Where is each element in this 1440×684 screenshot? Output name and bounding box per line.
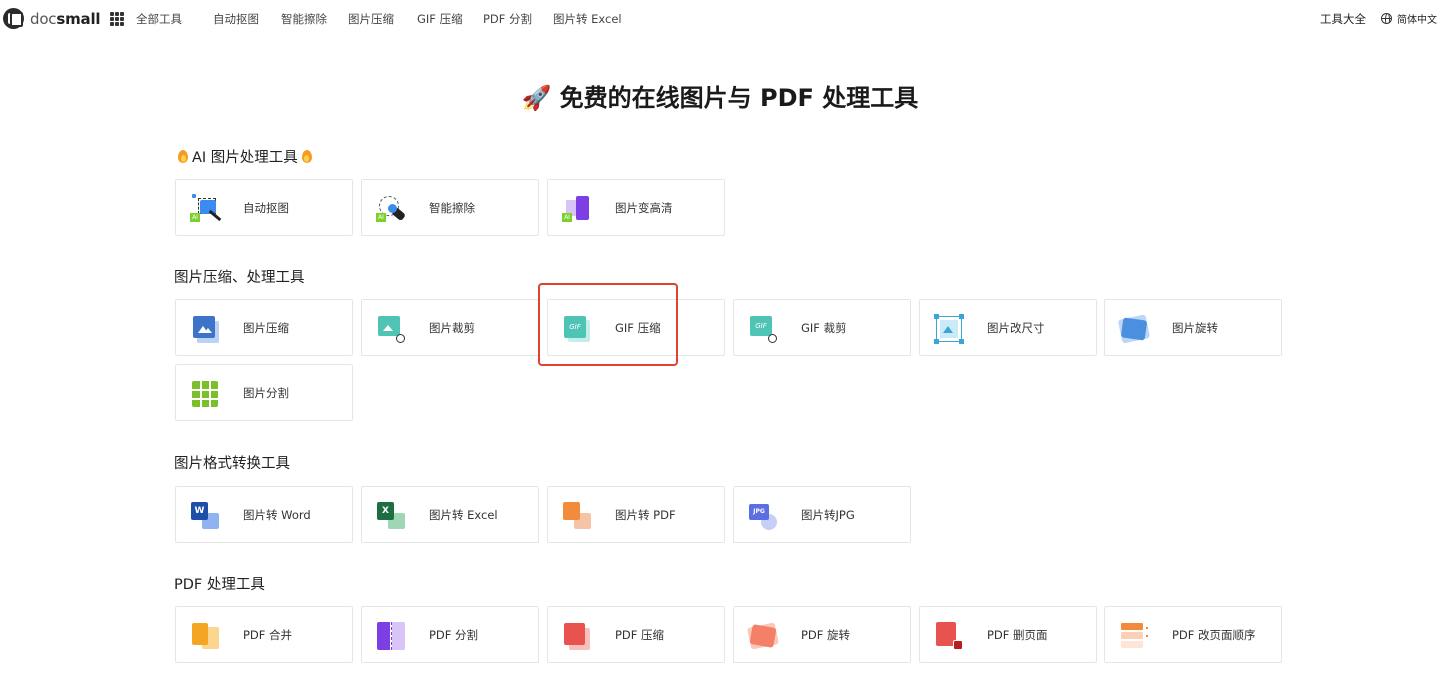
pdf-compress-icon xyxy=(562,621,592,651)
tool-label: 图片分割 xyxy=(243,386,289,400)
auto-cutout-icon: AI xyxy=(190,194,222,224)
tool-card-pdf-split[interactable]: PDF 分割 xyxy=(361,606,539,663)
tool-card-image-resize[interactable]: 图片改尺寸 xyxy=(919,299,1097,356)
fire-icon xyxy=(301,149,313,164)
globe-icon xyxy=(1381,13,1392,24)
language-label: 简体中文 xyxy=(1397,15,1437,26)
section-title-pdf: PDF 处理工具 xyxy=(174,577,265,593)
image-to-jpg-icon: JPG xyxy=(748,501,778,531)
pdf-merge-icon xyxy=(190,621,220,651)
section-title-convert: 图片格式转换工具 xyxy=(174,456,290,472)
tool-card-image-to-excel[interactable]: X 图片转 Excel xyxy=(361,486,539,543)
tool-card-pdf-merge[interactable]: PDF 合并 xyxy=(175,606,353,663)
nav-tools-all[interactable]: 工具大全 xyxy=(1320,11,1366,27)
tool-label: 自动抠图 xyxy=(243,201,289,215)
image-upscale-icon: AI xyxy=(562,194,592,224)
tool-label: PDF 分割 xyxy=(429,628,479,642)
pdf-delete-pages-icon xyxy=(934,621,964,651)
logo-text: docsmall xyxy=(30,9,101,28)
tool-label: PDF 压缩 xyxy=(615,628,665,642)
tool-card-image-to-jpg[interactable]: JPG 图片转JPG xyxy=(733,486,911,543)
image-compress-icon xyxy=(190,314,220,344)
tool-card-pdf-reorder[interactable]: PDF 改页面顺序 xyxy=(1104,606,1282,663)
tool-card-auto-cutout[interactable]: AI 自动抠图 xyxy=(175,179,353,236)
tool-card-image-rotate[interactable]: 图片旋转 xyxy=(1104,299,1282,356)
image-rotate-icon xyxy=(1117,314,1151,344)
highlight-annotation xyxy=(538,283,678,366)
tool-card-image-crop[interactable]: 图片裁剪 xyxy=(361,299,539,356)
rocket-icon: 🚀 xyxy=(521,84,552,112)
tool-label: 图片压缩 xyxy=(243,321,289,335)
tool-label: 图片转 Word xyxy=(243,508,311,522)
tool-card-image-upscale[interactable]: AI 图片变高清 xyxy=(547,179,725,236)
image-resize-icon xyxy=(934,314,964,344)
section-title-compress: 图片压缩、处理工具 xyxy=(174,270,305,286)
tool-label: PDF 合并 xyxy=(243,628,293,642)
tool-label: PDF 改页面顺序 xyxy=(1172,628,1256,642)
nav-smart-erase[interactable]: 智能擦除 xyxy=(281,11,327,27)
top-nav-bar: docsmall 全部工具 自动抠图 智能擦除 图片压缩 GIF 压缩 PDF … xyxy=(0,0,1440,38)
tool-card-image-to-word[interactable]: W 图片转 Word xyxy=(175,486,353,543)
tool-label: PDF 删页面 xyxy=(987,628,1048,642)
tool-label: 图片变高清 xyxy=(615,201,673,215)
docsmall-logo[interactable]: docsmall xyxy=(3,8,101,29)
nav-image-to-excel[interactable]: 图片转 Excel xyxy=(553,11,622,27)
tool-card-gif-crop[interactable]: GIF GIF 裁剪 xyxy=(733,299,911,356)
page-title: 🚀 免费的在线图片与 PDF 处理工具 xyxy=(0,78,1440,113)
nav-image-compress[interactable]: 图片压缩 xyxy=(348,11,394,27)
smart-erase-icon: AI xyxy=(376,194,407,224)
nav-gif-compress[interactable]: GIF 压缩 xyxy=(417,11,463,27)
nav-all-tools[interactable]: 全部工具 xyxy=(136,11,182,27)
nav-pdf-split[interactable]: PDF 分割 xyxy=(483,11,532,27)
tool-label: PDF 旋转 xyxy=(801,628,851,642)
tool-label: GIF 裁剪 xyxy=(801,321,847,335)
pdf-rotate-icon xyxy=(747,621,779,651)
image-to-excel-icon: X xyxy=(376,501,406,531)
tool-card-image-split[interactable]: 图片分割 xyxy=(175,364,353,421)
tool-label: 图片旋转 xyxy=(1172,321,1218,335)
page-title-text: 免费的在线图片与 PDF 处理工具 xyxy=(559,84,919,112)
tool-card-image-compress[interactable]: 图片压缩 xyxy=(175,299,353,356)
fire-icon xyxy=(177,149,189,164)
image-to-word-icon: W xyxy=(190,501,220,531)
apps-grid-icon[interactable] xyxy=(110,12,124,26)
tool-label: 智能擦除 xyxy=(429,201,475,215)
tool-card-pdf-compress[interactable]: PDF 压缩 xyxy=(547,606,725,663)
tool-card-image-to-pdf[interactable]: 图片转 PDF xyxy=(547,486,725,543)
image-to-pdf-icon xyxy=(562,501,592,531)
image-crop-icon xyxy=(376,314,406,344)
tool-label: 图片转 PDF xyxy=(615,508,676,522)
tool-label: 图片裁剪 xyxy=(429,321,475,335)
language-switch[interactable]: 简体中文 xyxy=(1381,11,1437,26)
image-split-icon xyxy=(190,379,220,409)
nav-auto-cutout[interactable]: 自动抠图 xyxy=(213,11,259,27)
pdf-reorder-icon xyxy=(1119,621,1149,651)
tool-card-pdf-rotate[interactable]: PDF 旋转 xyxy=(733,606,911,663)
tool-label: 图片转JPG xyxy=(801,508,855,522)
tool-card-pdf-delete-pages[interactable]: PDF 删页面 xyxy=(919,606,1097,663)
pdf-split-icon xyxy=(376,621,406,651)
tool-label: 图片改尺寸 xyxy=(987,321,1045,335)
logo-icon xyxy=(3,8,24,29)
section-title-ai: AI 图片处理工具 xyxy=(174,146,316,167)
tool-label: 图片转 Excel xyxy=(429,508,498,522)
gif-crop-icon: GIF xyxy=(748,314,778,344)
tool-card-smart-erase[interactable]: AI 智能擦除 xyxy=(361,179,539,236)
